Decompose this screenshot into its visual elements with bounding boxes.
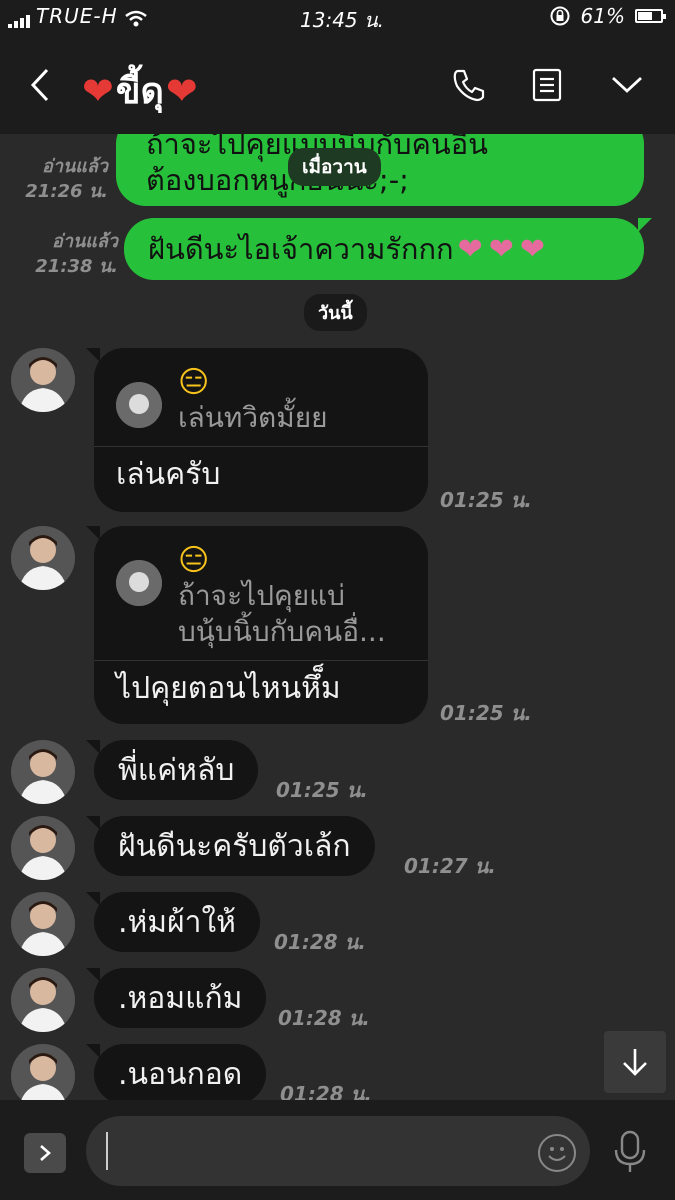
microphone-icon [614,1130,646,1172]
avatar-image [11,348,75,412]
scroll-to-bottom-button[interactable] [604,1031,666,1093]
message-bubble[interactable]: .หอมแก้ม [86,968,267,1028]
message-time: 01:28 น. [280,1082,372,1100]
message-text: เล่นครับ [116,457,221,492]
quoted-avatar [116,560,162,606]
message-text: ฝันดีนะไอเจ้าความรักกก [148,232,454,266]
signal-icon [8,10,30,28]
avatar[interactable] [11,968,75,1032]
carrier-info: TRUE-H [8,4,148,28]
menu-dropdown-button[interactable] [602,60,652,110]
arrow-down-icon [623,1049,647,1076]
battery-icon [635,9,666,23]
avatar-image [11,892,75,956]
smiley-icon [548,1147,566,1161]
avatar-image [11,740,75,804]
battery-percent: 61% [580,4,625,28]
message-input[interactable] [86,1116,590,1186]
reply-message-bubble[interactable]: 😑 ถ้าจะไปคุยแบ่ บนุ้บนิ้บกับคนอื่... ไปค… [86,526,428,724]
message-text: พี่แค่หลับ [118,752,235,788]
reply-message-bubble[interactable]: 😑 เล่นทวิตมั้ยย เล่นครับ [86,348,428,512]
contact-name: ขี้ดุ [115,71,164,112]
chevron-down-icon [612,76,642,93]
avatar-image [11,968,75,1032]
message-bubble[interactable]: .ห่มผ้าให้ [86,892,260,952]
expressionless-emoji-icon: 😑 [178,365,210,400]
message-time: 01:27 น. [404,854,496,878]
emoji-button[interactable] [538,1134,576,1172]
wifi-icon [124,10,147,27]
avatar-image [11,816,75,880]
quoted-message[interactable]: 😑 เล่นทวิตมั้ยย [94,348,428,436]
read-label: อ่านแล้ว [52,231,118,252]
message-time: 01:28 น. [274,930,366,954]
chat-title[interactable]: ❤ ขี้ดุ ❤ [82,62,198,119]
avatar[interactable] [11,740,75,804]
rotation-lock-icon [550,6,570,26]
phone-icon [453,69,485,102]
read-label: อ่านแล้ว [42,156,108,177]
message-text: .หอมแก้ม [118,980,243,1016]
call-button[interactable] [444,60,494,110]
message-time: 01:25 น. [440,488,532,512]
notes-button[interactable] [522,60,572,110]
text-cursor [106,1132,108,1170]
read-receipt: อ่านแล้ว 21:26 น. [10,154,108,204]
message-bubble[interactable]: .นอนกอด [86,1044,267,1100]
message-time: 01:25 น. [276,778,368,802]
date-separator: เมื่อวาน [288,148,381,186]
message-text: ไปคุยตอนไหนหึ็ม [116,671,341,706]
heart-icon: ❤ [82,68,114,113]
avatar[interactable] [11,1044,75,1100]
message-input-bar [0,1100,675,1200]
avatar-image [11,1044,75,1100]
avatar[interactable] [11,348,75,412]
message-time: 01:25 น. [440,701,532,725]
quoted-message[interactable]: 😑 ถ้าจะไปคุยแบ่ บนุ้บนิ้บกับคนอื่... [94,526,428,650]
expand-menu-button[interactable] [24,1133,66,1173]
carrier-name: TRUE-H [36,4,118,28]
notes-icon [532,68,562,102]
back-button[interactable] [20,60,60,110]
heart-icon: ❤❤❤ [457,231,551,267]
clock: 13:45 น. [300,8,385,32]
quoted-text: บนุ้บนิ้บกับคนอื่... [178,615,386,648]
message-time: 21:26 น. [25,181,108,202]
message-text: .นอนกอด [118,1056,243,1092]
voice-message-button[interactable] [610,1128,650,1176]
avatar[interactable] [11,892,75,956]
chevron-right-icon [40,1145,51,1161]
back-icon [30,68,49,102]
quoted-text: เล่นทวิตมั้ยย [178,401,328,434]
message-time: 21:38 น. [35,256,118,277]
read-receipt: อ่านแล้ว 21:38 น. [10,229,118,279]
sent-message-bubble[interactable]: ฝันดีนะไอเจ้าความรักกก ❤❤❤ [124,218,652,280]
heart-icon: ❤ [165,68,198,113]
chat-header: ❤ ขี้ดุ ❤ [0,36,675,134]
status-bar: TRUE-H 13:45 น. 61% [0,0,675,36]
message-text: ฝันดีนะครับตัวเล้ก [118,828,351,864]
message-list[interactable]: ถ้าจะไปคุยแบบนี้บกับคนอื่น ต้องบอกหนูก่อ… [0,134,675,1100]
message-text: .ห่มผ้าให้ [118,904,236,940]
quoted-avatar [116,382,162,428]
message-bubble[interactable]: พี่แค่หลับ [86,740,259,800]
message-bubble[interactable]: ฝันดีนะครับตัวเล้ก [86,816,375,876]
avatar-image [11,526,75,590]
avatar[interactable] [11,816,75,880]
message-time: 01:28 น. [278,1006,370,1030]
quoted-text: ถ้าจะไปคุยแบ่ [178,579,345,612]
expressionless-emoji-icon: 😑 [178,543,210,578]
avatar[interactable] [11,526,75,590]
date-separator: วันนี้ [304,294,367,331]
